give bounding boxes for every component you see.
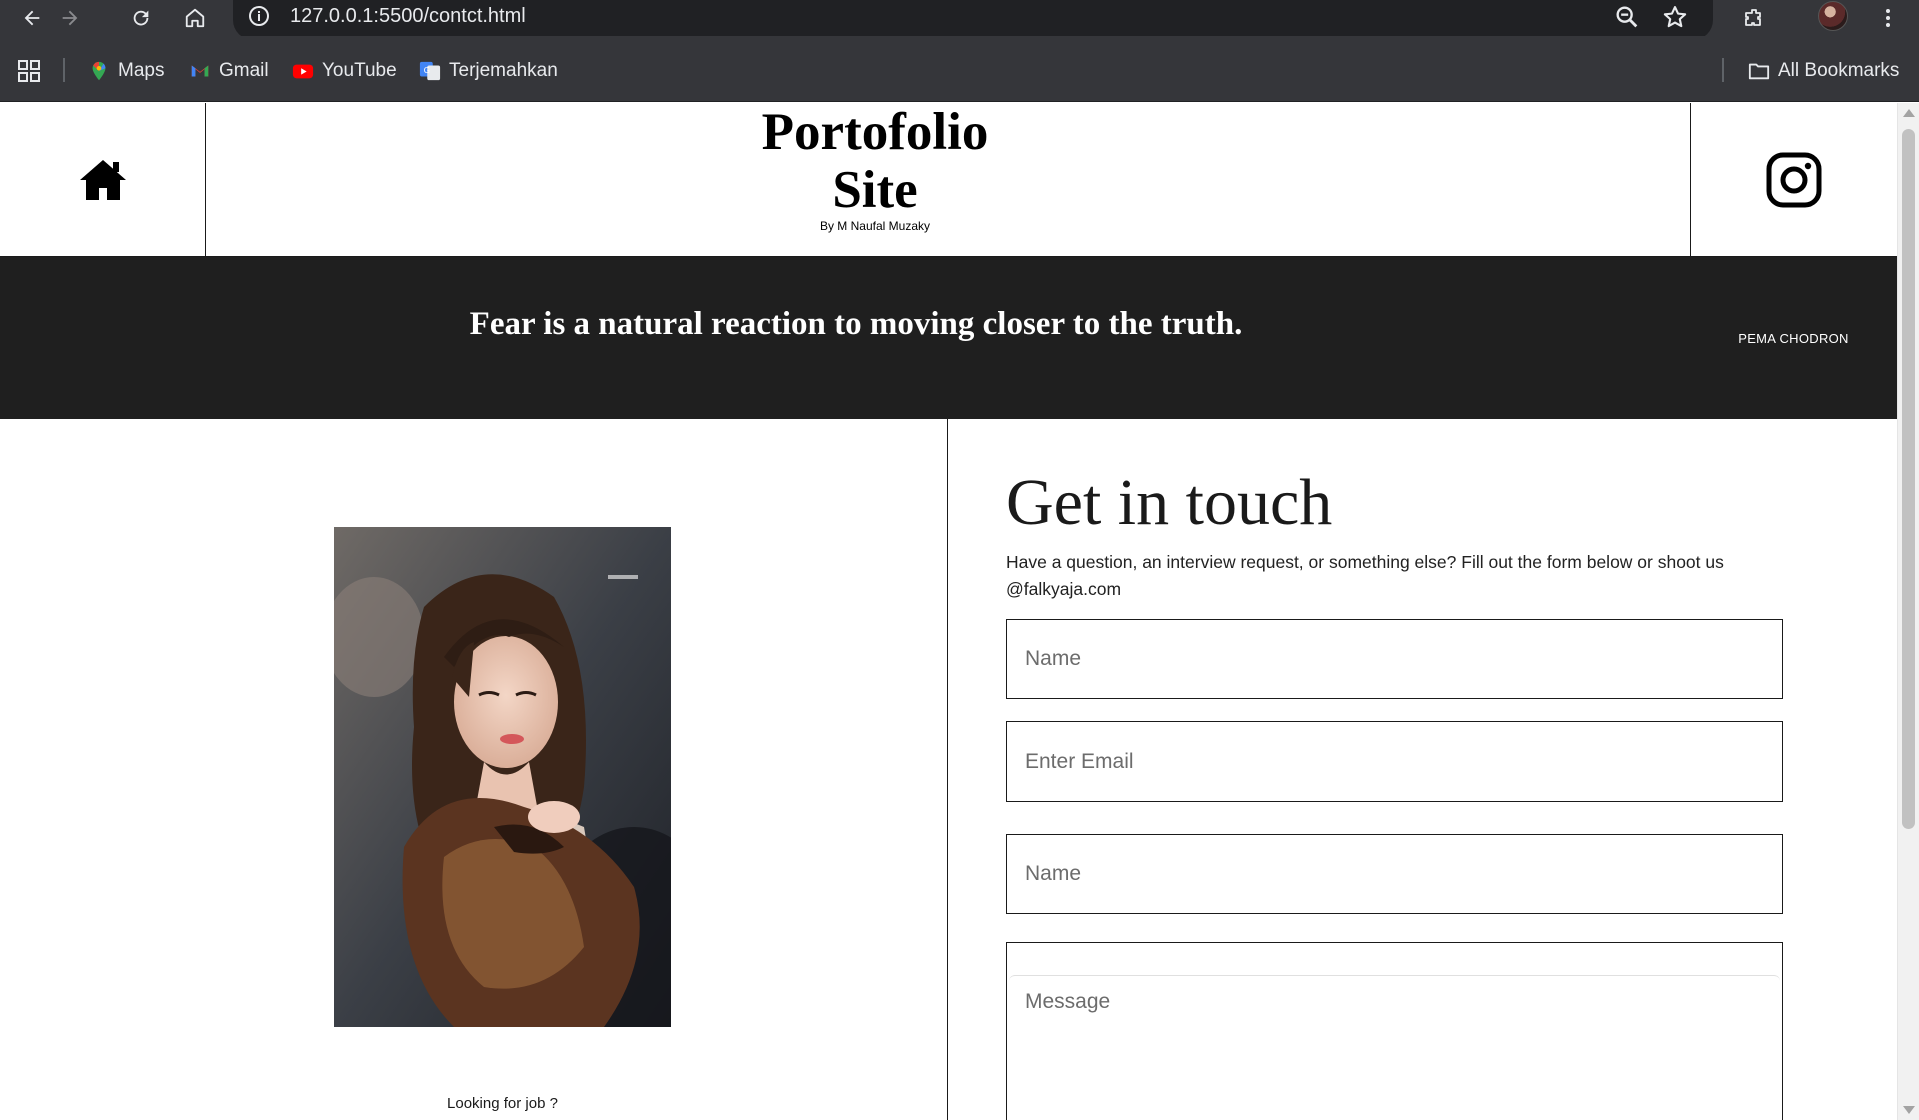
photo-column: Looking for job ? [0, 419, 948, 1120]
folder-icon [1748, 63, 1770, 80]
bookmark-label: Gmail [219, 60, 269, 81]
contact-section: Get in touch Have a question, an intervi… [949, 419, 1897, 1120]
site-header: Portofolio Site By M Naufal Muzaky [0, 103, 1897, 257]
bookmarks-separator [63, 58, 65, 82]
site-byline: By M Naufal Muzaky [819, 219, 931, 233]
address-bar[interactable]: 127.0.0.1:5500/contct.html [233, 0, 1713, 40]
profile-avatar[interactable] [1818, 1, 1848, 31]
back-button[interactable] [16, 2, 48, 34]
scroll-up-arrow-icon[interactable] [1903, 109, 1915, 117]
chrome-menu-button[interactable] [1872, 2, 1904, 34]
home-page-button[interactable] [179, 2, 211, 34]
apps-grid-icon[interactable] [18, 60, 40, 82]
page-content: Portofolio Site By M Naufal Muzaky Fear … [0, 103, 1897, 1120]
photo-caption: Looking for job ? [447, 1095, 558, 1112]
extensions-button[interactable] [1738, 2, 1770, 34]
page-scrollbar[interactable] [1897, 103, 1919, 1120]
site-title-line1: Portofolio [761, 103, 989, 161]
contact-description: Have a question, an interview request, o… [1006, 552, 1724, 599]
maps-pin-icon [92, 61, 106, 81]
more-vert-icon [1886, 9, 1890, 27]
scrollbar-thumb[interactable] [1902, 129, 1915, 829]
site-title: Portofolio Site [700, 103, 1050, 219]
bookmark-label: Maps [118, 60, 165, 81]
forward-arrow-icon [62, 10, 78, 26]
home-icon [79, 160, 126, 200]
browser-toolbar: 127.0.0.1:5500/contct.html [0, 0, 1919, 40]
quote-text: Fear is a natural reaction to moving clo… [469, 306, 1243, 342]
instagram-icon [1766, 152, 1822, 208]
portrait-image [334, 527, 671, 1027]
quote-author: PEMA CHODRON [1738, 331, 1849, 346]
bookmark-gmail[interactable]: Gmail [189, 57, 269, 85]
quote-banner: Fear is a natural reaction to moving clo… [0, 257, 1897, 419]
bookmark-maps[interactable]: Maps [88, 57, 164, 85]
scroll-down-arrow-icon[interactable] [1903, 1106, 1915, 1114]
gmail-icon [191, 65, 209, 77]
bookmark-youtube[interactable]: YouTube [292, 57, 397, 85]
back-arrow-icon [24, 10, 40, 26]
reload-button[interactable] [125, 2, 157, 34]
bookmark-terjemahkan[interactable]: G Terjemahkan [419, 57, 558, 85]
profile-photo [334, 527, 671, 1027]
zoom-icon[interactable] [1613, 3, 1641, 31]
youtube-icon [292, 64, 314, 79]
home-link[interactable] [0, 103, 206, 257]
name-input[interactable] [1006, 619, 1783, 699]
puzzle-icon [1745, 9, 1761, 26]
bookmark-label: Terjemahkan [449, 60, 558, 81]
message-textarea[interactable] [1009, 975, 1780, 1120]
message-field-wrapper [1006, 942, 1783, 1120]
reload-icon [133, 10, 149, 26]
name-input-secondary[interactable] [1006, 834, 1783, 914]
bookmark-label: YouTube [322, 60, 397, 81]
all-bookmarks-label: All Bookmarks [1778, 60, 1900, 81]
bookmark-star-icon[interactable] [1661, 3, 1689, 31]
svg-text:G: G [424, 65, 430, 75]
url-text[interactable]: 127.0.0.1:5500/contct.html [290, 4, 526, 28]
site-info-icon[interactable] [247, 4, 271, 28]
contact-title: Get in touch [1006, 466, 1333, 539]
bookmarks-separator [1722, 58, 1724, 82]
email-input[interactable] [1006, 721, 1783, 802]
all-bookmarks-button[interactable]: All Bookmarks [1748, 57, 1899, 85]
browser-home-icon [185, 8, 205, 28]
bookmarks-bar: Maps Gmail YouTube G Terjemahkan All Boo… [0, 36, 1919, 102]
instagram-link[interactable] [1690, 103, 1897, 257]
translate-icon: G [419, 61, 441, 81]
site-title-line2: Site [832, 161, 918, 219]
forward-button[interactable] [54, 2, 86, 34]
